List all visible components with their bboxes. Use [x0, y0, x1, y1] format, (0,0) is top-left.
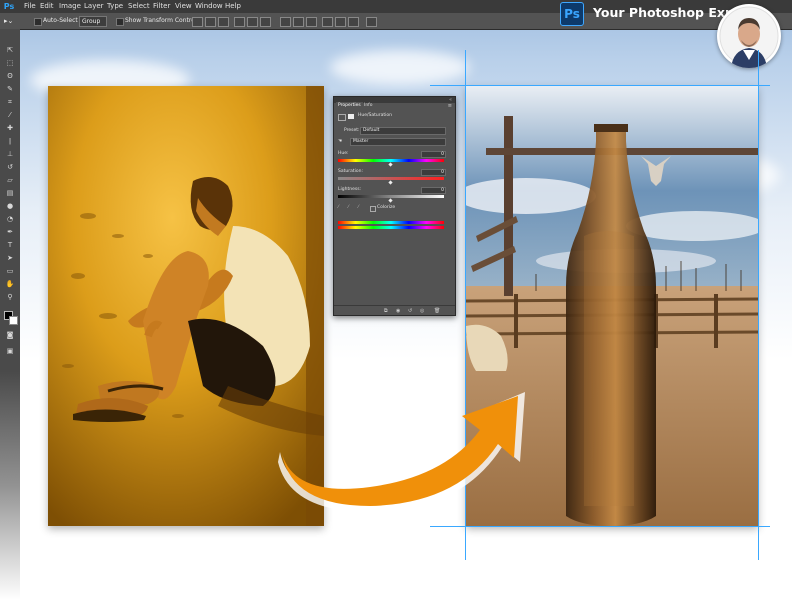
auto-select-label: Auto-Select	[43, 17, 78, 24]
menu-image[interactable]: Image	[59, 0, 81, 13]
channel-dropdown[interactable]: Master	[350, 138, 446, 146]
dodge-icon[interactable]: ◔	[4, 215, 16, 224]
distribute-right-icon[interactable]	[348, 17, 359, 27]
hand-adjust-icon[interactable]: ☚	[338, 139, 342, 145]
menu-help[interactable]: Help	[225, 0, 241, 13]
background-color-swatch[interactable]	[9, 316, 18, 325]
avatar	[717, 4, 781, 68]
marquee-icon[interactable]: ⬚	[4, 59, 16, 68]
lightness-slider[interactable]	[338, 195, 444, 198]
preset-dropdown[interactable]: Default	[360, 127, 446, 135]
eraser-icon[interactable]: ▱	[4, 176, 16, 185]
auto-align-icon[interactable]	[366, 17, 377, 27]
menu-edit[interactable]: Edit	[40, 0, 54, 13]
colorize-label: Colorize	[377, 205, 396, 210]
adjustment-icon	[338, 114, 346, 121]
eyedropper-minus-icon[interactable]: ⁄	[358, 205, 359, 211]
transform-controls-checkbox[interactable]	[116, 18, 124, 26]
gradient-icon[interactable]: ▤	[4, 189, 16, 198]
saturation-label: Saturation:	[338, 169, 363, 174]
auto-select-dropdown[interactable]: Group	[79, 16, 107, 27]
view-previous-icon[interactable]: ◉	[396, 308, 400, 314]
clip-to-layer-icon[interactable]: ⧉	[384, 308, 388, 314]
distribute-left-icon[interactable]	[322, 17, 333, 27]
horizontal-guide[interactable]	[430, 526, 770, 527]
hue-label: Hue:	[338, 151, 349, 156]
distribute-bottom-icon[interactable]	[306, 17, 317, 27]
colorize-checkbox[interactable]	[370, 206, 376, 212]
hue-slider[interactable]	[338, 159, 444, 162]
healing-icon[interactable]: ✚	[4, 124, 16, 133]
delete-icon[interactable]: 🗑	[434, 308, 440, 314]
crop-icon[interactable]: ⌗	[4, 98, 16, 107]
hue-field[interactable]: 0	[421, 151, 446, 158]
stamp-icon[interactable]: ⊥	[4, 150, 16, 159]
mask-icon[interactable]	[348, 114, 354, 119]
adjustment-title: Hue/Saturation	[358, 113, 392, 118]
auto-select-checkbox[interactable]	[34, 18, 42, 26]
align-right-icon[interactable]	[260, 17, 271, 27]
distribute-top-icon[interactable]	[280, 17, 291, 27]
brush-icon[interactable]: ǀ	[4, 137, 16, 146]
brand-logo-icon: Ps	[560, 2, 584, 26]
menu-window[interactable]: Window	[195, 0, 223, 13]
pen-icon[interactable]: ✒	[4, 228, 16, 237]
visibility-icon[interactable]: ◎	[420, 308, 424, 314]
move-tool-icon[interactable]: ▸⌄	[4, 16, 13, 26]
menu-view[interactable]: View	[175, 0, 192, 13]
move-icon[interactable]: ⇱	[4, 46, 16, 55]
eyedropper-icon[interactable]: ⁄	[4, 111, 16, 120]
menu-select[interactable]: Select	[128, 0, 150, 13]
screen-mode-icon[interactable]: ▣	[4, 347, 16, 356]
panel-menu-icon[interactable]: ≡	[448, 103, 452, 109]
align-top-icon[interactable]	[192, 17, 203, 27]
align-middle-icon[interactable]	[205, 17, 216, 27]
hue-slider-thumb[interactable]	[388, 162, 393, 167]
transition-arrow-icon	[278, 392, 525, 512]
align-center-icon[interactable]	[247, 17, 258, 27]
hand-icon[interactable]: ✋	[4, 280, 16, 289]
zoom-icon[interactable]: ⚲	[4, 293, 16, 302]
menu-type[interactable]: Type	[107, 0, 123, 13]
menu-layer[interactable]: Layer	[84, 0, 104, 13]
path-select-icon[interactable]: ➤	[4, 254, 16, 263]
saturation-slider[interactable]	[338, 177, 444, 180]
properties-panel[interactable]: « Properties Info ≡ Hue/Saturation Prese…	[333, 96, 456, 316]
photoshop-logo-icon: Ps	[3, 2, 15, 11]
transform-controls-label: Show Transform Controls	[125, 17, 200, 24]
shape-icon[interactable]: ▭	[4, 267, 16, 276]
preset-label: Preset:	[344, 128, 360, 133]
history-brush-icon[interactable]: ↺	[4, 163, 16, 172]
reset-icon[interactable]: ↺	[408, 308, 412, 314]
hue-spectrum-bottom	[338, 226, 444, 229]
vertical-guide[interactable]	[758, 50, 759, 560]
align-left-icon[interactable]	[234, 17, 245, 27]
tab-properties[interactable]: Properties	[336, 102, 363, 109]
lasso-icon[interactable]: ʘ	[4, 72, 16, 81]
quick-select-icon[interactable]: ✎	[4, 85, 16, 94]
eyedropper-icon[interactable]: ⁄	[338, 205, 339, 211]
hue-spectrum-top	[338, 221, 444, 224]
lightness-field[interactable]: 0	[421, 187, 446, 194]
tools-panel: ⇱ ⬚ ʘ ✎ ⌗ ⁄ ✚ ǀ ⊥ ↺ ▱ ▤ ● ◔ ✒ T ➤ ▭ ✋ ⚲ …	[0, 29, 20, 600]
distribute-center-icon[interactable]	[335, 17, 346, 27]
saturation-slider-thumb[interactable]	[388, 180, 393, 185]
align-bottom-icon[interactable]	[218, 17, 229, 27]
panel-footer: ⧉ ◉ ↺ ◎ 🗑	[334, 305, 455, 316]
menu-file[interactable]: File	[24, 0, 36, 13]
type-icon[interactable]: T	[4, 241, 16, 250]
distribute-middle-icon[interactable]	[293, 17, 304, 27]
lightness-label: Lightness:	[338, 187, 362, 192]
quick-mask-icon[interactable]: ◙	[4, 331, 16, 340]
saturation-field[interactable]: 0	[421, 169, 446, 176]
tab-info[interactable]: Info	[362, 102, 375, 109]
cloud	[330, 50, 470, 85]
eyedropper-plus-icon[interactable]: ⁄	[348, 205, 349, 211]
horizontal-guide[interactable]	[430, 85, 770, 86]
menu-filter[interactable]: Filter	[153, 0, 170, 13]
lightness-slider-thumb[interactable]	[388, 198, 393, 203]
blur-icon[interactable]: ●	[4, 202, 16, 211]
